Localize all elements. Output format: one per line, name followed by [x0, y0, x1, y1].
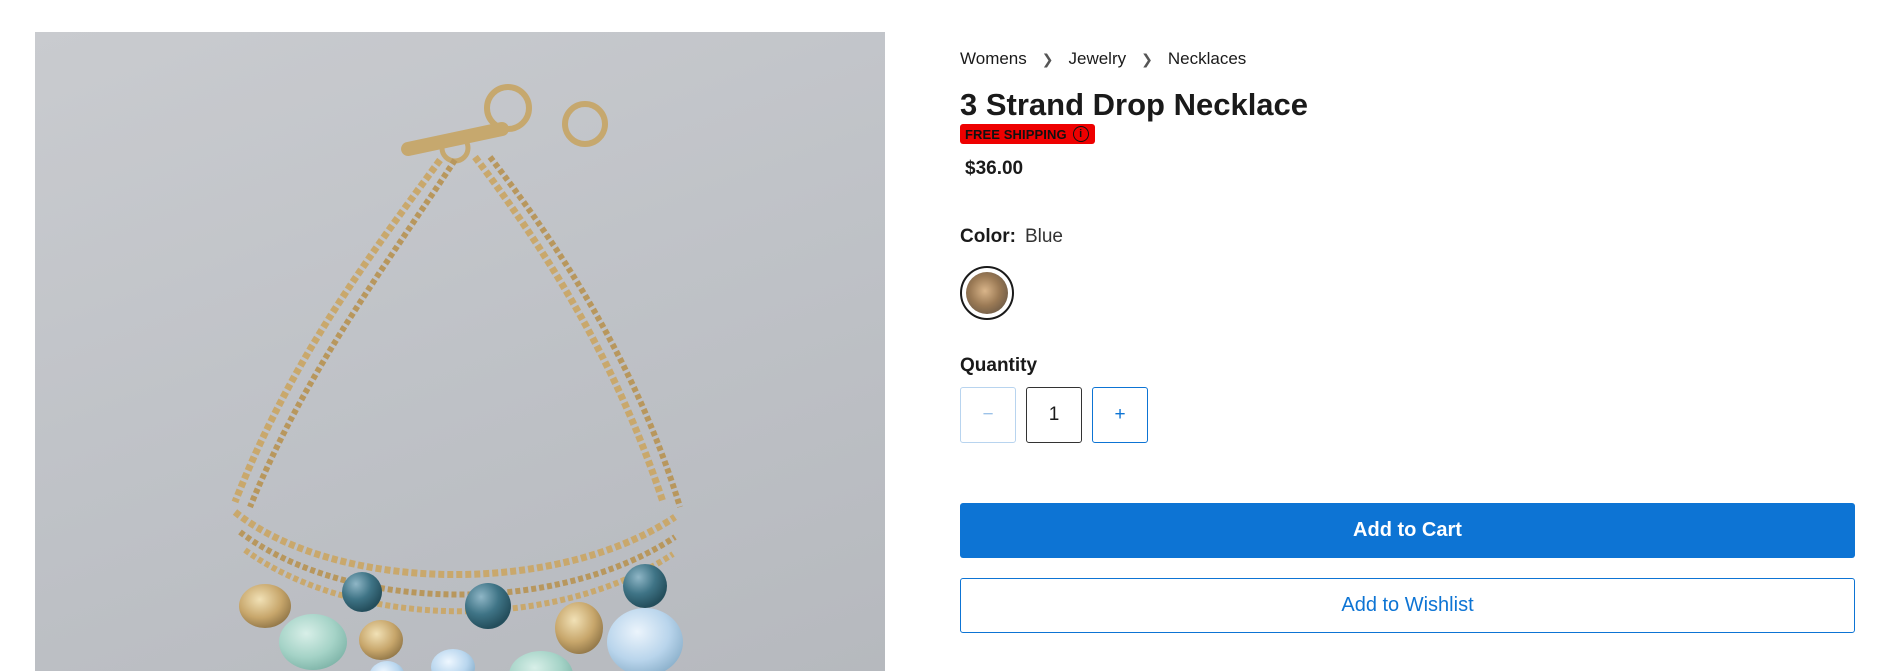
product-info: Womens ❯ Jewelry ❯ Necklaces 3 Strand Dr…: [960, 44, 1855, 634]
breadcrumb: Womens ❯ Jewelry ❯ Necklaces: [960, 44, 1855, 74]
free-shipping-label: FREE SHIPPING: [965, 126, 1067, 142]
color-label: Color:: [960, 226, 1016, 248]
quantity-label: Quantity: [960, 355, 1038, 377]
product-image[interactable]: [35, 32, 885, 671]
swatch-image: [966, 272, 1008, 315]
product-price: $36.00: [965, 158, 1024, 180]
chevron-right-icon: ❯: [1041, 50, 1054, 67]
color-value: Blue: [1024, 226, 1063, 248]
color-swatch-blue[interactable]: [960, 266, 1014, 321]
increase-quantity-button[interactable]: +: [1092, 387, 1148, 444]
free-shipping-badge[interactable]: FREE SHIPPING i: [960, 124, 1095, 145]
breadcrumb-necklaces[interactable]: Necklaces: [1168, 49, 1246, 69]
necklace-illustration: [231, 84, 683, 671]
info-icon[interactable]: i: [1072, 126, 1089, 143]
quantity-input[interactable]: 1: [1026, 387, 1082, 444]
add-to-cart-button[interactable]: Add to Cart: [960, 503, 1855, 559]
breadcrumb-jewelry[interactable]: Jewelry: [1069, 49, 1127, 69]
add-to-wishlist-button[interactable]: Add to Wishlist: [960, 578, 1855, 634]
color-selector-header: Color: Blue: [960, 226, 1855, 248]
product-page: Womens ❯ Jewelry ❯ Necklaces 3 Strand Dr…: [0, 0, 1882, 671]
chevron-right-icon: ❯: [1141, 50, 1153, 67]
quantity-stepper: − 1 +: [960, 387, 1855, 444]
breadcrumb-womens[interactable]: Womens: [960, 49, 1027, 69]
product-title: 3 Strand Drop Necklace: [960, 87, 1309, 122]
decrease-quantity-button[interactable]: −: [960, 387, 1016, 444]
